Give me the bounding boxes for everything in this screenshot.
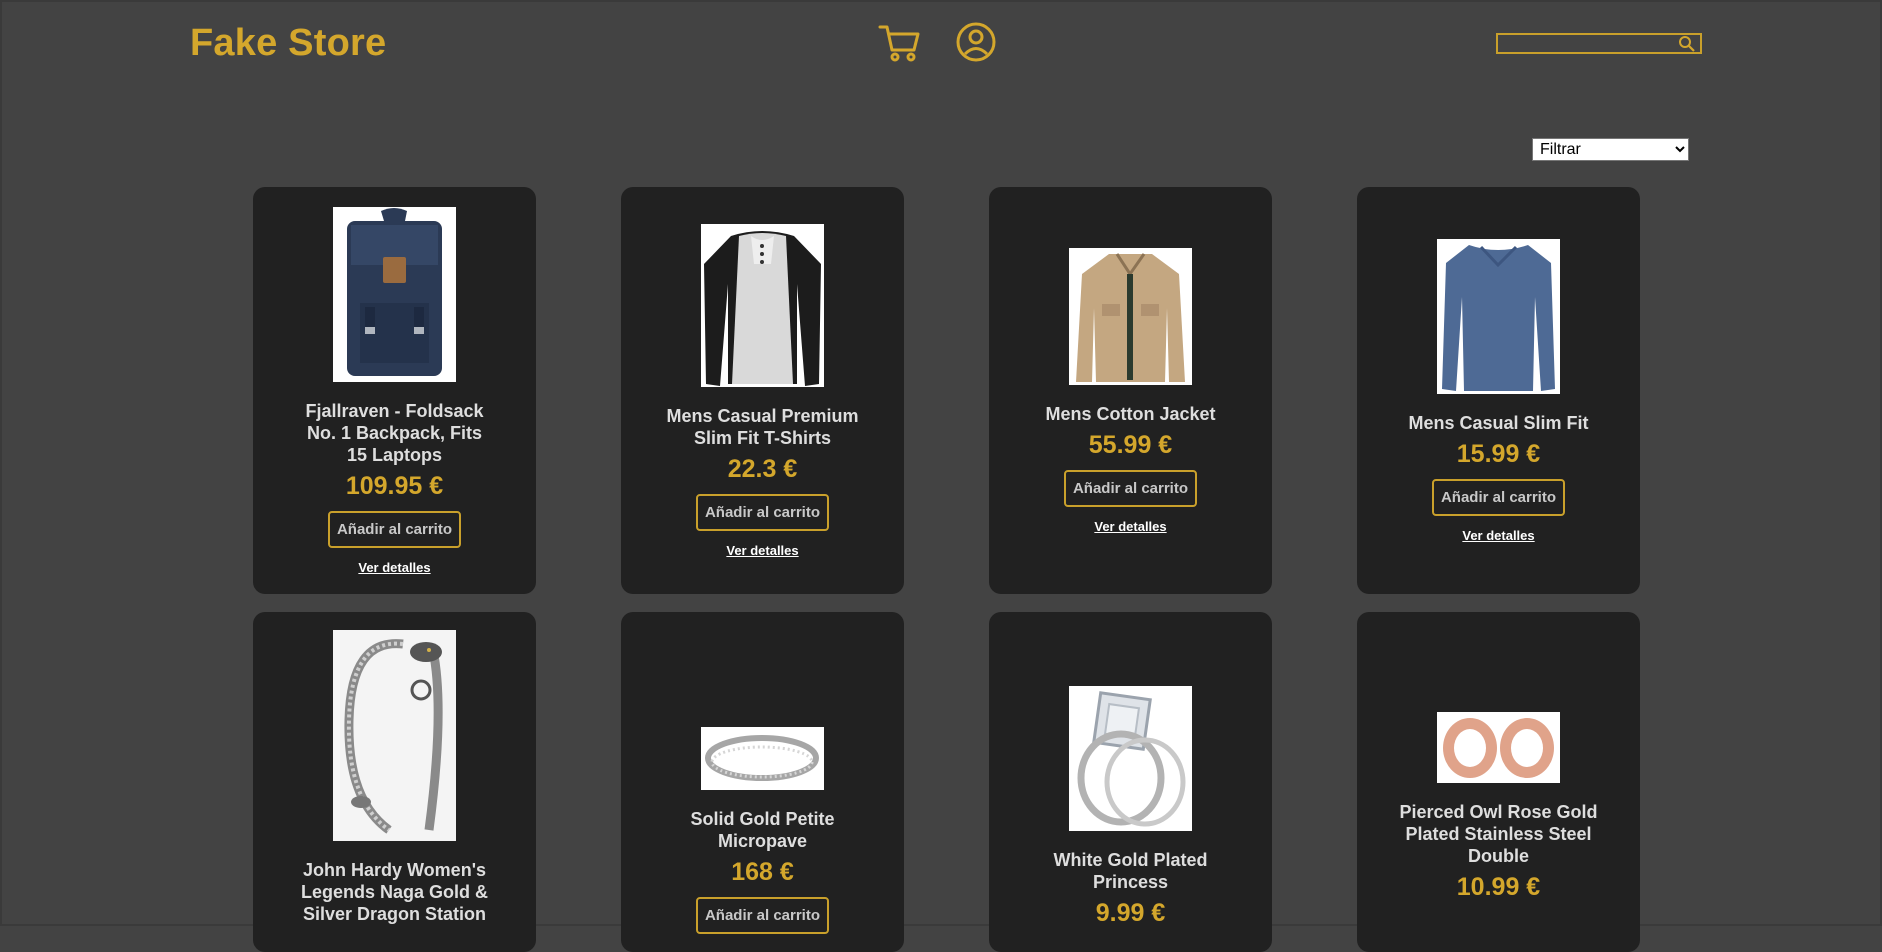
product-image-princess-ring[interactable] (1069, 686, 1192, 831)
product-image-slim-fit[interactable] (1437, 238, 1560, 394)
product-price: 15.99 € (1456, 439, 1541, 468)
user-circle-icon (956, 22, 996, 62)
product-price: 22.3 € (727, 454, 798, 483)
product-name: Mens Cotton Jacket (1045, 403, 1216, 424)
product-card: John Hardy Women's Legends Naga Gold & S… (253, 612, 536, 952)
product-name: Pierced Owl Rose Gold Plated Stainless S… (1399, 802, 1598, 866)
product-card: Solid Gold Petite Micropave 168 € Añadir… (621, 612, 904, 952)
add-to-cart-button[interactable]: Añadir al carrito (1431, 478, 1566, 516)
view-details-link[interactable]: Ver detalles (1094, 519, 1166, 534)
product-card: Mens Casual Slim Fit 15.99 € Añadir al c… (1357, 187, 1640, 594)
store-logo[interactable]: Fake Store (190, 22, 386, 65)
search-box (1496, 33, 1702, 54)
product-name: White Gold Plated Princess (1053, 850, 1208, 892)
product-price: 55.99 € (1088, 430, 1173, 459)
product-price: 168 € (731, 858, 794, 886)
product-image-ring[interactable] (701, 727, 824, 790)
product-grid: Fjallraven - Foldsack No. 1 Backpack, Fi… (253, 187, 1640, 952)
add-to-cart-button[interactable]: Añadir al carrito (695, 493, 830, 531)
product-name: Mens Casual Premium Slim Fit T-Shirts (666, 405, 859, 448)
product-price: 109.95 € (345, 471, 444, 500)
product-price: 10.99 € (1456, 873, 1541, 901)
add-to-cart-button[interactable]: Añadir al carrito (695, 897, 830, 934)
add-to-cart-button[interactable]: Añadir al carrito (1063, 469, 1198, 507)
product-image-backpack[interactable] (333, 206, 456, 382)
view-details-link[interactable]: Ver detalles (726, 543, 798, 558)
product-image-earrings[interactable] (1437, 712, 1560, 783)
add-to-cart-button[interactable]: Añadir al carrito (327, 510, 462, 548)
product-image-bracelet[interactable] (333, 630, 456, 841)
account-button[interactable] (955, 21, 997, 63)
product-name: Solid Gold Petite Micropave (690, 809, 835, 851)
product-card: Fjallraven - Foldsack No. 1 Backpack, Fi… (253, 187, 536, 594)
product-name: Mens Casual Slim Fit (1408, 412, 1589, 433)
cart-button[interactable] (878, 22, 922, 62)
product-name: John Hardy Women's Legends Naga Gold & S… (300, 860, 489, 924)
product-name: Fjallraven - Foldsack No. 1 Backpack, Fi… (305, 400, 484, 465)
search-input[interactable] (1498, 35, 1674, 52)
product-price: 9.99 € (1095, 899, 1166, 927)
product-card: Pierced Owl Rose Gold Plated Stainless S… (1357, 612, 1640, 952)
product-image-jacket[interactable] (1069, 247, 1192, 385)
product-card: Mens Cotton Jacket 55.99 € Añadir al car… (989, 187, 1272, 594)
cart-icon (878, 25, 920, 62)
view-details-link[interactable]: Ver detalles (1462, 528, 1534, 543)
search-button[interactable] (1676, 35, 1698, 52)
view-details-link[interactable]: Ver detalles (358, 560, 430, 575)
product-card: White Gold Plated Princess 9.99 € (989, 612, 1272, 952)
filter-select[interactable]: Filtrar (1532, 138, 1689, 161)
search-icon (1679, 36, 1695, 52)
product-card: Mens Casual Premium Slim Fit T-Shirts 22… (621, 187, 904, 594)
product-image-tshirt[interactable] (701, 223, 824, 387)
